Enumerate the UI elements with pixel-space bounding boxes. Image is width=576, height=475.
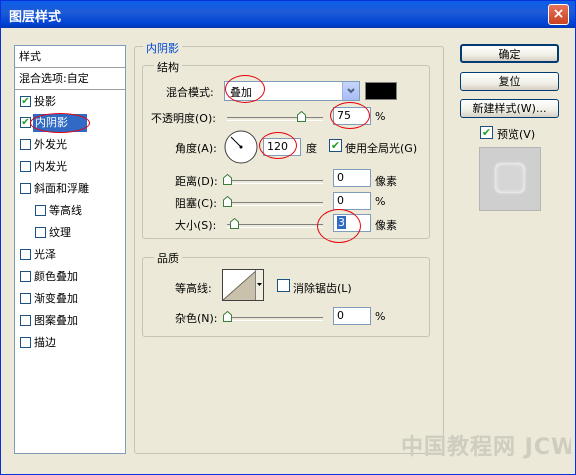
contour-picker[interactable] [222,269,264,301]
opacity-slider-track[interactable] [227,117,323,121]
size-unit: 像素 [375,219,397,232]
distance-label: 距离(D): [175,175,218,188]
shadow-color-swatch[interactable] [365,82,397,100]
new-style-button[interactable]: 新建样式(W)... [460,99,559,118]
opacity-slider-thumb[interactable] [297,111,306,122]
reset-button[interactable]: 复位 [460,72,559,91]
sidebar-item-pattern-overlay[interactable]: 图案叠加 [15,311,125,331]
preview-checkbox[interactable]: ✔ [480,126,493,139]
size-label: 大小(S): [175,219,217,232]
layer-style-dialog: 图层样式 × 样式 混合选项:自定 ✔ 投影 ✔ 内阴影 外发光 内发光 斜面和… [0,0,576,475]
title-bar[interactable]: 图层样式 × [1,1,575,28]
noise-input[interactable]: 0 [333,307,371,325]
choke-label: 阻塞(C): [175,197,217,210]
opacity-unit: % [375,110,386,123]
stroke-checkbox[interactable] [20,337,31,348]
drop-shadow-checkbox[interactable]: ✔ [20,96,31,107]
sidebar-item-label: 描边 [34,336,56,349]
size-slider-thumb[interactable] [230,218,239,229]
annotation-ring [330,102,370,129]
structure-title: 结构 [154,59,182,75]
noise-slider-thumb[interactable] [223,311,232,322]
distance-input[interactable]: 0 [333,169,371,187]
quality-title: 品质 [154,250,182,266]
angle-unit: 度 [306,142,317,155]
sidebar-item-inner-shadow[interactable]: ✔ 内阴影 [15,113,125,133]
blend-options-item[interactable]: 混合选项:自定 [15,68,125,90]
styles-header[interactable]: 样式 [15,46,125,68]
choke-slider-thumb[interactable] [223,196,232,207]
sidebar-item-gradient-overlay[interactable]: 渐变叠加 [15,289,125,309]
contour-checkbox[interactable] [35,205,46,216]
contour-label: 等高线: [175,282,212,295]
pattern-overlay-checkbox[interactable] [20,315,31,326]
choke-unit: % [375,195,386,208]
outer-glow-checkbox[interactable] [20,139,31,150]
global-light-label: 使用全局光(G) [345,142,418,155]
inner-shadow-group-title: 内阴影 [143,40,182,56]
satin-checkbox[interactable] [20,249,31,260]
sidebar-item-bevel-emboss[interactable]: 斜面和浮雕 [15,179,125,199]
distance-slider-track[interactable] [227,180,323,184]
annotation-ring [30,113,90,133]
annotation-ring [225,75,265,103]
texture-checkbox[interactable] [35,227,46,238]
bevel-emboss-checkbox[interactable] [20,183,31,194]
global-light-checkbox[interactable]: ✔ [329,139,342,152]
inner-glow-checkbox[interactable] [20,161,31,172]
sidebar-item-stroke[interactable]: 描边 [15,333,125,353]
noise-label: 杂色(N): [175,312,218,325]
sidebar-item-outer-glow[interactable]: 外发光 [15,135,125,155]
window-title: 图层样式 [9,10,62,25]
noise-unit: % [375,310,386,323]
angle-dial-icon[interactable] [223,129,259,165]
color-overlay-checkbox[interactable] [20,271,31,282]
sidebar-item-label: 颜色叠加 [34,270,78,283]
contour-preview-icon [223,270,257,300]
opacity-label: 不透明度(O): [151,112,216,125]
sidebar-item-inner-glow[interactable]: 内发光 [15,157,125,177]
close-icon: × [552,6,565,22]
styles-list: 样式 混合选项:自定 ✔ 投影 ✔ 内阴影 外发光 内发光 斜面和浮雕 等高线 [14,45,126,454]
sidebar-item-label: 等高线 [49,204,82,217]
distance-slider-thumb[interactable] [223,174,232,185]
style-preview-swatch [479,147,541,211]
gradient-overlay-checkbox[interactable] [20,293,31,304]
sidebar-item-drop-shadow[interactable]: ✔ 投影 [15,92,125,112]
sidebar-item-label: 图案叠加 [34,314,78,327]
sidebar-item-label: 斜面和浮雕 [34,182,89,195]
choke-slider-track[interactable] [227,202,323,206]
preview-label: 预览(V) [497,128,536,141]
sidebar-item-satin[interactable]: 光泽 [15,245,125,265]
antialias-checkbox[interactable] [277,279,290,292]
sidebar-item-color-overlay[interactable]: 颜色叠加 [15,267,125,287]
size-slider-track[interactable] [227,224,323,228]
angle-label: 角度(A): [175,142,217,155]
noise-slider-track[interactable] [227,317,323,321]
ok-button[interactable]: 确定 [460,44,559,63]
sidebar-item-label: 外发光 [34,138,67,151]
annotation-ring [259,132,297,159]
watermark: 中国教程网 JCWcn.com [401,435,571,460]
sidebar-item-texture[interactable]: 纹理 [15,223,125,243]
antialias-label: 消除锯齿(L) [293,282,352,295]
choke-input[interactable]: 0 [333,192,371,210]
blend-mode-label: 混合模式: [166,86,214,99]
sidebar-item-label: 纹理 [49,226,71,239]
sidebar-item-label: 渐变叠加 [34,292,78,305]
sidebar-item-label: 投影 [34,95,56,108]
chevron-down-icon[interactable] [342,82,359,100]
distance-unit: 像素 [375,175,397,188]
contour-dropdown-icon[interactable] [255,270,263,300]
sidebar-item-label: 内发光 [34,160,67,173]
sidebar-item-label: 光泽 [34,248,56,261]
annotation-ring [317,209,361,243]
sidebar-item-contour[interactable]: 等高线 [15,201,125,221]
close-button[interactable]: × [548,4,569,25]
